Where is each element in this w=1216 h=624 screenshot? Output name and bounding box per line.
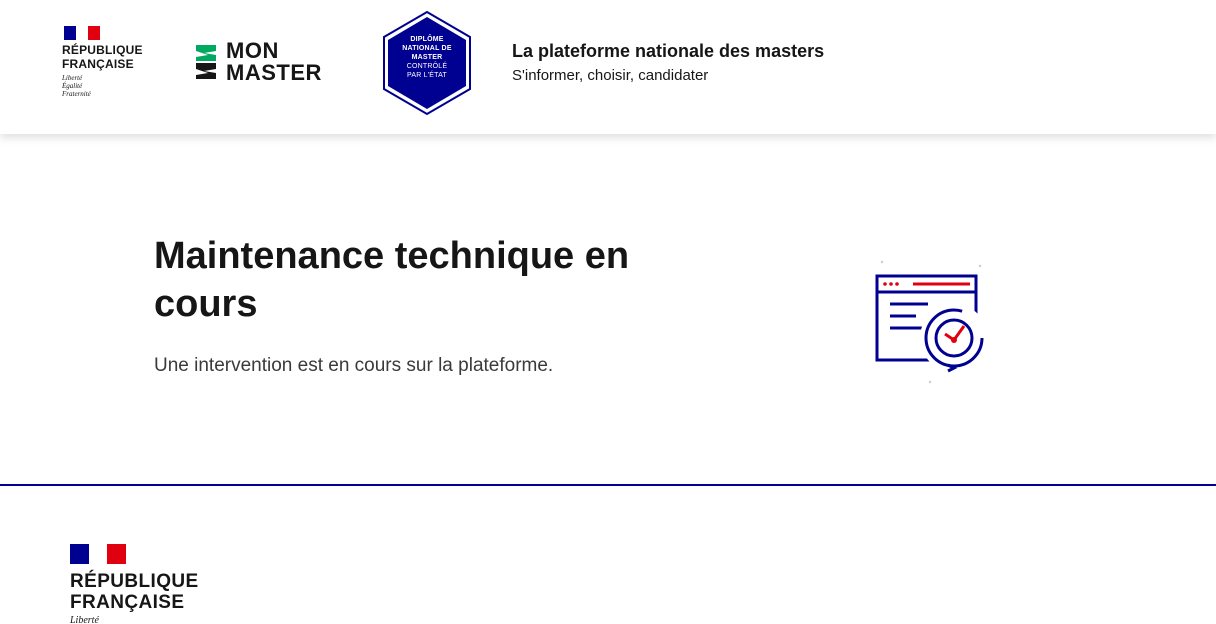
republique-francaise-name: RÉPUBLIQUE FRANÇAISE (62, 43, 152, 71)
french-flag-icon (70, 544, 127, 564)
monmaster-logo-link[interactable]: MON MASTER (196, 38, 346, 86)
service-subtitle: S'informer, choisir, candidater (512, 67, 709, 84)
monmaster-mark-icon (196, 45, 216, 79)
footer-republic-line1: RÉPUBLIQUE (70, 571, 199, 592)
footer-top-border (0, 484, 1216, 486)
motto-liberte: Liberté (62, 74, 83, 82)
republic-name-line1: RÉPUBLIQUE (62, 43, 143, 57)
french-flag-icon (64, 26, 100, 40)
badge-line2: NATIONAL DE (402, 45, 452, 52)
service-tagline: La plateforme nationale des masters S'in… (512, 40, 824, 86)
motto-fraternite: Fraternité (62, 90, 91, 98)
monmaster-line2: MASTER (226, 60, 322, 85)
monmaster-line1: MON (226, 38, 279, 63)
footer-republic-line2: FRANÇAISE (70, 592, 185, 613)
badge-text: DIPLÔME NATIONAL DE MASTER CONTRÔLÉ PAR … (380, 35, 474, 80)
republic-motto: Liberté Égalité Fraternité (62, 74, 152, 98)
republique-francaise-logo-link[interactable]: RÉPUBLIQUE FRANÇAISE Liberté Égalité Fra… (62, 26, 152, 98)
badge-line5: PAR L'ÉTAT (407, 72, 447, 79)
badge-line4: CONTRÔLÉ (406, 63, 448, 70)
site-header: RÉPUBLIQUE FRANÇAISE Liberté Égalité Fra… (0, 0, 1216, 134)
motto-egalite: Égalité (62, 82, 83, 90)
maintenance-clock-window-icon (875, 260, 988, 384)
footer-republique-francaise-logo-link[interactable]: RÉPUBLIQUE FRANÇAISE Liberté (70, 544, 230, 624)
badge-line1: DIPLÔME (410, 36, 444, 43)
monmaster-wordmark: MON MASTER (226, 40, 322, 84)
footer-republic-name: RÉPUBLIQUE FRANÇAISE (70, 571, 230, 613)
service-title: La plateforme nationale des masters (512, 41, 825, 61)
page-description: Une intervention est en cours sur la pla… (154, 355, 554, 376)
badge-line3: MASTER (411, 54, 443, 61)
republic-name-line2: FRANÇAISE (62, 57, 134, 71)
page-title: Maintenance technique en cours (154, 235, 630, 325)
diplome-national-badge: DIPLÔME NATIONAL DE MASTER CONTRÔLÉ PAR … (380, 10, 474, 116)
footer-motto-liberte: Liberté (70, 615, 99, 624)
